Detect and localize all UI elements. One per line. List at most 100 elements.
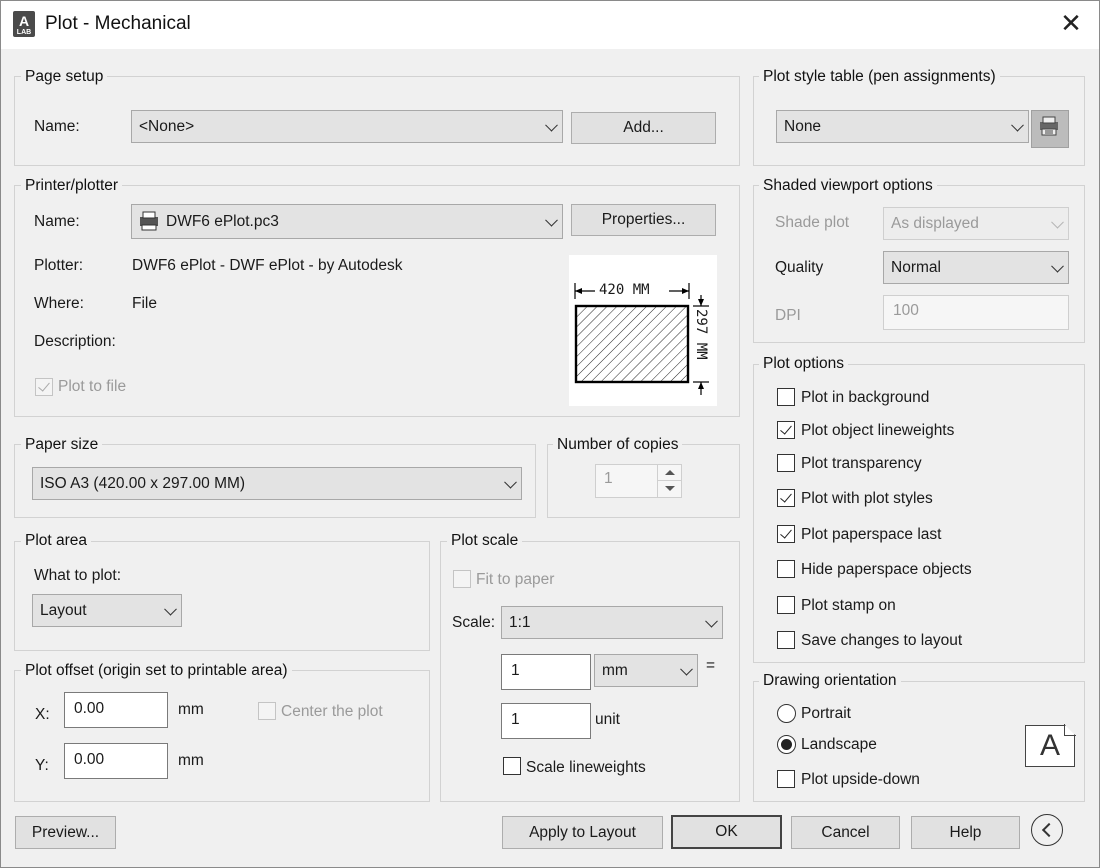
chevron-down-icon (705, 614, 718, 628)
plot-option-label: Plot with plot styles (801, 490, 933, 507)
landscape-label: Landscape (801, 736, 877, 753)
add-button[interactable]: Add... (571, 112, 716, 144)
plot-option-checkbox[interactable] (777, 489, 795, 507)
shade-plot-value: As displayed (891, 215, 979, 232)
copies-legend: Number of copies (553, 436, 683, 454)
paper-size-legend: Paper size (21, 436, 103, 454)
shade-plot-label: Shade plot (775, 214, 850, 231)
scale-equals: = (706, 657, 716, 674)
plot-style-editor-icon (1040, 116, 1058, 136)
page-setup-name-label: Name: (34, 118, 80, 135)
scale-drawing-unit-label: unit (595, 711, 620, 728)
quality-dropdown[interactable]: Normal (883, 251, 1069, 284)
shade-plot-dropdown[interactable]: As displayed (883, 207, 1069, 240)
scale-unit-dropdown[interactable]: mm (594, 654, 698, 687)
what-to-plot-label: What to plot: (34, 567, 122, 584)
plot-style-dropdown[interactable]: None (776, 110, 1029, 143)
chevron-down-icon (545, 213, 558, 227)
plot-option-checkbox[interactable] (777, 560, 795, 578)
plot-options-group (753, 364, 1085, 663)
dpi-input[interactable]: 100 (883, 295, 1069, 330)
plot-option-label: Plot object lineweights (801, 422, 955, 439)
quality-label: Quality (775, 259, 824, 276)
plot-option-checkbox[interactable] (777, 631, 795, 649)
title-bar: A LAB Plot - Mechanical ✕ (1, 1, 1099, 49)
window-title: Plot - Mechanical (45, 13, 191, 34)
chevron-down-icon (1011, 118, 1024, 132)
quality-value: Normal (891, 259, 941, 276)
help-button[interactable]: Help (911, 816, 1020, 849)
plot-option-label: Plot in background (801, 389, 930, 406)
plot-option-checkbox[interactable] (777, 525, 795, 543)
plotter-label: Plotter: (34, 257, 84, 274)
scale-drawing-units-input[interactable]: 1 (501, 703, 591, 739)
printer-name-value: DWF6 ePlot.pc3 (166, 213, 279, 230)
plot-scale-legend: Plot scale (447, 532, 523, 550)
portrait-label: Portrait (801, 705, 851, 722)
close-icon[interactable]: ✕ (1057, 9, 1085, 39)
paper-size-dropdown[interactable]: ISO A3 (420.00 x 297.00 MM) (32, 467, 522, 500)
plot-offset-legend: Plot offset (origin set to printable are… (21, 662, 292, 680)
center-plot-label: Center the plot (281, 703, 383, 720)
plot-style-legend: Plot style table (pen assignments) (759, 68, 1000, 86)
dpi-label: DPI (775, 307, 801, 324)
plot-upside-down-label: Plot upside-down (801, 771, 920, 788)
paper-size-value: ISO A3 (420.00 x 297.00 MM) (40, 475, 246, 492)
what-to-plot-dropdown[interactable]: Layout (32, 594, 182, 627)
plot-option-checkbox[interactable] (777, 596, 795, 614)
plot-option-checkbox[interactable] (777, 454, 795, 472)
center-plot-checkbox[interactable] (258, 702, 276, 720)
collapse-options-icon[interactable] (1031, 814, 1063, 846)
plot-to-file-label: Plot to file (58, 378, 127, 395)
plot-option-label: Plot stamp on (801, 597, 896, 614)
page-fold-icon (1064, 724, 1076, 736)
chevron-down-icon (1051, 215, 1064, 229)
plot-to-file-checkbox[interactable] (35, 378, 53, 396)
properties-button[interactable]: Properties... (571, 204, 716, 236)
chevron-down-icon (164, 602, 177, 616)
scale-lineweights-checkbox[interactable] (503, 757, 521, 775)
cancel-button[interactable]: Cancel (791, 816, 900, 849)
fit-to-paper-label: Fit to paper (476, 571, 555, 588)
plotter-icon (140, 211, 158, 231)
preview-button[interactable]: Preview... (15, 816, 116, 849)
page-setup-legend: Page setup (21, 68, 108, 86)
offset-y-unit: mm (178, 752, 204, 769)
paper-preview: 420 MM 297 MM (569, 255, 717, 406)
scale-lineweights-label: Scale lineweights (526, 759, 646, 776)
app-icon-letter: A (18, 13, 30, 29)
plot-area-legend: Plot area (21, 532, 92, 550)
fit-to-paper-checkbox[interactable] (453, 570, 471, 588)
landscape-orientation-icon: A (1025, 724, 1076, 767)
plot-option-label: Plot transparency (801, 455, 922, 472)
edit-plot-style-button[interactable] (1031, 110, 1069, 148)
plot-option-label: Hide paperspace objects (801, 561, 972, 578)
chevron-down-icon (1051, 259, 1064, 273)
spin-down-icon[interactable] (657, 481, 681, 497)
scale-label: Scale: (452, 614, 496, 631)
ok-button[interactable]: OK (671, 815, 782, 849)
app-icon-sub: LAB (16, 29, 32, 36)
page-setup-name-dropdown[interactable]: <None> (131, 110, 563, 143)
scale-paper-units-input[interactable]: 1 (501, 654, 591, 690)
chevron-down-icon (545, 118, 558, 132)
preview-width-label: 420 MM (599, 282, 650, 298)
landscape-radio[interactable] (777, 735, 796, 754)
plot-option-checkbox[interactable] (777, 388, 795, 406)
apply-to-layout-button[interactable]: Apply to Layout (502, 816, 663, 849)
preview-height-label: 297 MM (693, 309, 709, 360)
plot-style-value: None (784, 118, 822, 135)
page-setup-name-value: <None> (139, 118, 195, 135)
spin-up-icon[interactable] (657, 465, 681, 481)
offset-x-input[interactable]: 0.00 (64, 692, 168, 728)
copies-spinner[interactable]: 1 (595, 464, 682, 498)
offset-y-input[interactable]: 0.00 (64, 743, 168, 779)
plot-option-checkbox[interactable] (777, 421, 795, 439)
printer-name-label: Name: (34, 213, 80, 230)
plotter-value: DWF6 ePlot - DWF ePlot - by Autodesk (132, 257, 403, 274)
description-label: Description: (34, 333, 116, 350)
scale-dropdown[interactable]: 1:1 (501, 606, 723, 639)
plot-upside-down-checkbox[interactable] (777, 770, 795, 788)
printer-name-dropdown[interactable]: DWF6 ePlot.pc3 (131, 204, 563, 239)
portrait-radio[interactable] (777, 704, 796, 723)
